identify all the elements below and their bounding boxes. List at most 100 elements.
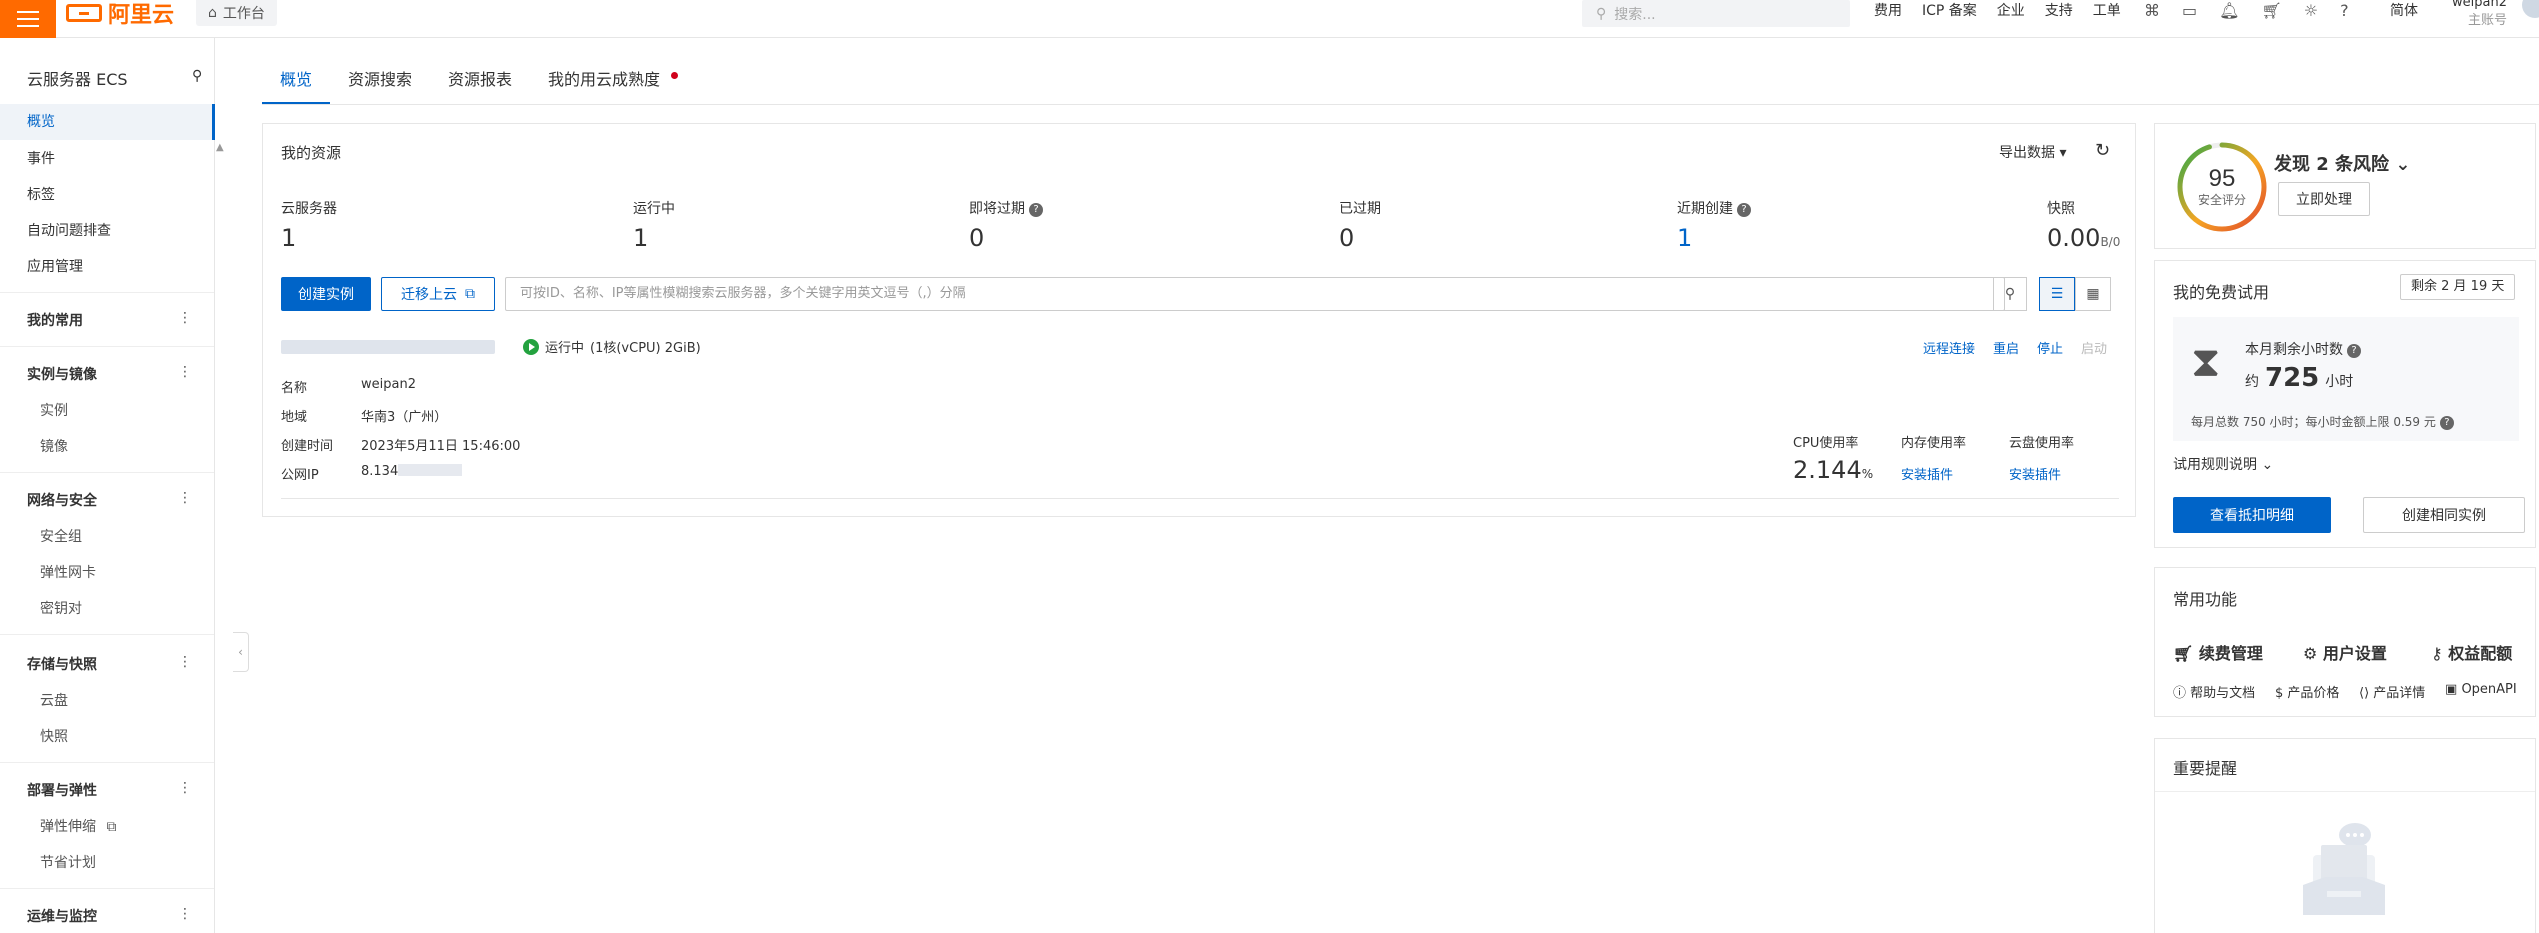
fix-now-button[interactable]: 立即处理	[2278, 182, 2370, 216]
account-info[interactable]: weipan2 主账号	[2452, 0, 2507, 30]
stat-expiring[interactable]: 即将过期? 0	[969, 198, 1043, 252]
sidebar-item-overview[interactable]: 概览	[0, 104, 214, 140]
user-settings-link[interactable]: ⚙ 用户设置	[2303, 640, 2387, 664]
reminder-title: 重要提醒	[2173, 759, 2238, 778]
stop-link[interactable]: 停止	[2037, 338, 2063, 357]
code-icon[interactable]: ⌘	[2144, 1, 2160, 20]
sidebar-item-troubleshoot[interactable]: 自动问题排查	[27, 220, 111, 240]
more-icon[interactable]: ⋮	[178, 490, 192, 506]
list-view-icon[interactable]: ☰	[2039, 277, 2075, 311]
risk-dropdown[interactable]: 发现 2 条风险 ⌄	[2274, 150, 2410, 176]
global-search-input[interactable]: ⚲ 搜索...	[1582, 0, 1850, 27]
notification-dot	[671, 72, 679, 79]
cpu-number: 2.144	[1793, 456, 1862, 484]
tab-resource-search[interactable]: 资源搜索	[330, 62, 430, 104]
more-icon[interactable]: ⋮	[178, 654, 192, 670]
bell-icon[interactable]: 🔔︎	[2219, 1, 2239, 20]
sidebar-item-app-management[interactable]: 应用管理	[27, 256, 83, 276]
sidebar-item-security-groups[interactable]: 安全组	[40, 526, 82, 546]
search-icon[interactable]: ⚲	[1993, 277, 2027, 311]
help-icon[interactable]: ?	[1029, 203, 1043, 217]
quota-link[interactable]: ⚷ 权益配额	[2431, 640, 2512, 664]
more-icon[interactable]: ⋮	[178, 780, 192, 796]
nav-ticket[interactable]: 工单	[2093, 0, 2121, 20]
sidebar-item-tags[interactable]: 标签	[27, 184, 55, 204]
sidebar-item-snapshots[interactable]: 快照	[40, 726, 68, 746]
help-icon[interactable]: ?	[2340, 1, 2349, 20]
language-switch[interactable]: 简体	[2390, 0, 2418, 20]
divider	[0, 762, 214, 763]
logo[interactable]: 阿里云	[66, 0, 174, 28]
create-instance-button[interactable]: 创建实例	[281, 277, 371, 311]
refresh-icon[interactable]: ↻	[2095, 140, 2110, 161]
instance-id-redacted[interactable]	[281, 340, 495, 354]
more-icon[interactable]: ⋮	[178, 364, 192, 380]
sidebar-item-disks[interactable]: 云盘	[40, 690, 68, 710]
product-detail-link[interactable]: ⟨⟩ 产品详情	[2359, 682, 2425, 701]
stat-unit: B/0	[2100, 235, 2121, 249]
instance-region: 华南3（广州）	[361, 410, 448, 425]
screen-icon[interactable]: ▭	[2182, 1, 2197, 20]
scroll-up-icon[interactable]: ▲	[216, 142, 224, 153]
stat-value: 0	[969, 224, 985, 252]
sidebar-item-events[interactable]: 事件	[27, 148, 55, 168]
nav-icp[interactable]: ICP 备案	[1922, 0, 1977, 20]
renewal-management-link[interactable]: 🛒︎ 续费管理	[2173, 640, 2263, 664]
grid-view-icon[interactable]: ▦	[2075, 277, 2111, 311]
sidebar-item-savings-plan[interactable]: 节省计划	[40, 852, 96, 872]
sidebar-group-ops[interactable]: 运维与监控	[27, 906, 97, 926]
tab-cloud-maturity[interactable]: 我的用云成熟度	[530, 62, 684, 104]
sidebar-item-autoscaling[interactable]: 弹性伸缩 ⧉	[40, 816, 116, 836]
export-data-dropdown[interactable]: 导出数据 ▾	[1999, 142, 2066, 162]
sidebar-search-icon[interactable]: ⚲	[192, 68, 202, 84]
link-label: 产品价格	[2287, 686, 2340, 701]
cart-icon[interactable]: 🛒︎	[2261, 1, 2281, 20]
field-label: 名称	[281, 381, 308, 396]
risk-text: 发现 2 条风险	[2274, 154, 2390, 175]
instance-filter-input[interactable]: 可按ID、名称、IP等属性模糊搜索云服务器，多个关键字用英文逗号（,）分隔	[505, 277, 2005, 311]
stat-snapshots[interactable]: 快照 0.00B/0	[2047, 198, 2120, 252]
stat-recent[interactable]: 近期创建? 1	[1677, 198, 1751, 252]
more-icon[interactable]: ⋮	[178, 906, 192, 922]
sidebar-group-network[interactable]: 网络与安全	[27, 490, 97, 510]
sidebar-item-instances[interactable]: 实例	[40, 400, 68, 420]
sidebar-item-eni[interactable]: 弹性网卡	[40, 562, 96, 582]
remaining-hours-value: 约 725 小时	[2245, 363, 2353, 393]
stat-expired[interactable]: 已过期 0	[1339, 198, 1381, 252]
aliyun-logo-icon	[66, 4, 102, 22]
create-same-instance-button[interactable]: 创建相同实例	[2363, 497, 2525, 533]
sidebar-collapse-button[interactable]: ‹	[233, 632, 249, 672]
sidebar-group-deploy[interactable]: 部署与弹性	[27, 780, 97, 800]
sidebar-group-favorites[interactable]: 我的常用	[27, 310, 83, 330]
help-icon[interactable]: ?	[1737, 203, 1751, 217]
nav-enterprise[interactable]: 企业	[1997, 0, 2025, 20]
help-docs-link[interactable]: ⓘ 帮助与文档	[2173, 682, 2255, 701]
help-icon[interactable]: ?	[2347, 344, 2361, 358]
openapi-link[interactable]: ▣ OpenAPI	[2445, 682, 2517, 697]
restart-link[interactable]: 重启	[1993, 338, 2019, 357]
avatar[interactable]	[2522, 0, 2539, 18]
migrate-button[interactable]: 迁移上云 ⧉	[381, 277, 495, 311]
tab-overview[interactable]: 概览	[262, 62, 331, 104]
stat-servers[interactable]: 云服务器 1	[281, 198, 337, 252]
sidebar-item-images[interactable]: 镜像	[40, 436, 68, 456]
sidebar-item-keypairs[interactable]: 密钥对	[40, 598, 82, 618]
bulb-icon[interactable]: ☼	[2304, 1, 2318, 20]
workbench-button[interactable]: ⌂ 工作台	[196, 0, 277, 26]
hours-unit: 小时	[2325, 374, 2354, 390]
sidebar-group-storage[interactable]: 存储与快照	[27, 654, 97, 674]
tab-resource-report[interactable]: 资源报表	[430, 62, 530, 104]
nav-support[interactable]: 支持	[2045, 0, 2073, 20]
view-deduction-button[interactable]: 查看抵扣明细	[2173, 497, 2331, 533]
pricing-link[interactable]: $ 产品价格	[2275, 682, 2339, 701]
stat-running[interactable]: 运行中 1	[633, 198, 675, 252]
trial-rules-toggle[interactable]: 试用规则说明 ⌄	[2173, 454, 2273, 474]
sidebar-group-instances[interactable]: 实例与镜像	[27, 364, 97, 384]
nav-billing[interactable]: 费用	[1874, 0, 1902, 20]
remote-connect-link[interactable]: 远程连接	[1923, 338, 1975, 357]
install-plugin-memory-link[interactable]: 安装插件	[1901, 464, 1953, 483]
more-icon[interactable]: ⋮	[178, 310, 192, 326]
help-icon[interactable]: ?	[2439, 416, 2454, 430]
menu-icon[interactable]	[0, 0, 56, 38]
install-plugin-disk-link[interactable]: 安装插件	[2009, 464, 2061, 483]
